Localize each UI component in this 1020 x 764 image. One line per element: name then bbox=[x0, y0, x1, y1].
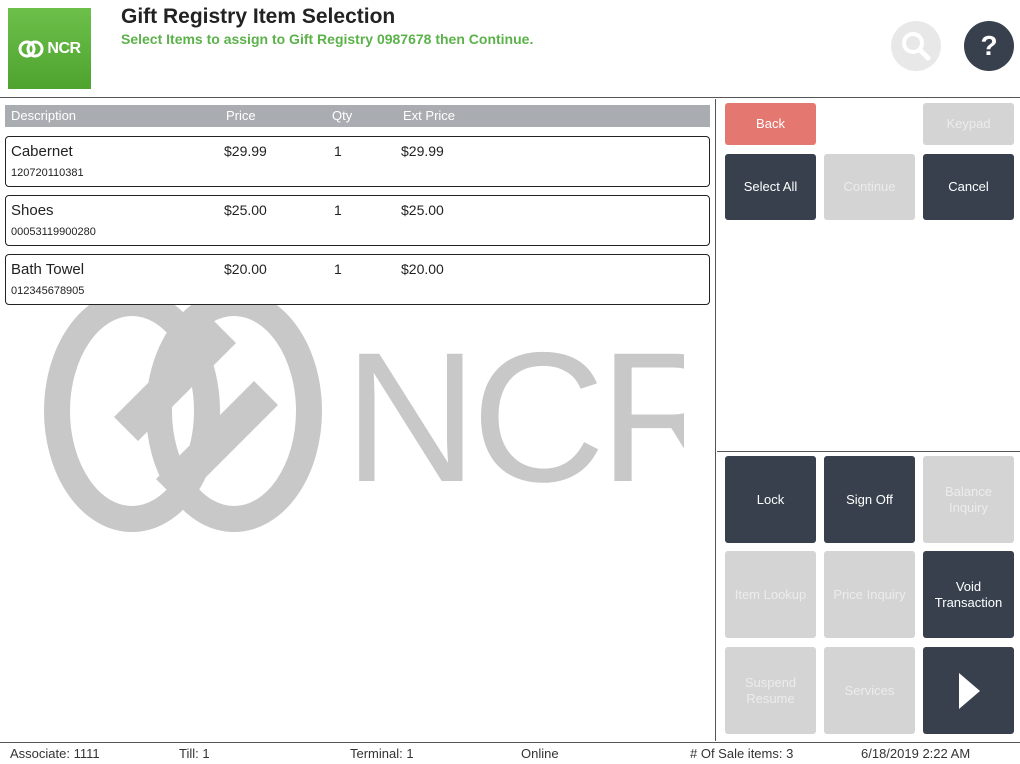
table-row[interactable]: Bath Towel 012345678905 $20.00 1 $20.00 bbox=[5, 254, 710, 305]
table-header: Description Price Qty Ext Price bbox=[5, 105, 710, 127]
ncr-logo-icon bbox=[18, 40, 44, 57]
sign-off-button[interactable]: Sign Off bbox=[824, 456, 915, 543]
cancel-button[interactable]: Cancel bbox=[923, 154, 1014, 220]
item-price: $20.00 bbox=[224, 261, 267, 277]
item-description: Cabernet bbox=[11, 143, 73, 160]
table-row[interactable]: Cabernet 120720110381 $29.99 1 $29.99 bbox=[5, 136, 710, 187]
search-icon bbox=[902, 32, 931, 61]
help-icon: ? bbox=[980, 30, 998, 61]
item-ext-price: $20.00 bbox=[401, 261, 444, 277]
item-price: $29.99 bbox=[224, 143, 267, 159]
item-qty: 1 bbox=[334, 143, 342, 159]
status-datetime: 6/18/2019 2:22 AM bbox=[861, 746, 971, 761]
item-ext-price: $29.99 bbox=[401, 143, 444, 159]
balance-inquiry-button[interactable]: Balance Inquiry bbox=[923, 456, 1014, 543]
search-button[interactable] bbox=[891, 21, 941, 71]
status-till: Till: 1 bbox=[179, 746, 210, 761]
item-code: 00053119900280 bbox=[11, 226, 96, 238]
item-price: $25.00 bbox=[224, 202, 267, 218]
panel-divider bbox=[717, 451, 1020, 452]
header: NCR Gift Registry Item Selection Select … bbox=[0, 0, 1020, 98]
status-bar: Associate: 1111 Till: 1 Terminal: 1 Onli… bbox=[0, 742, 1020, 764]
column-price: Price bbox=[226, 108, 256, 123]
item-code: 012345678905 bbox=[11, 285, 85, 297]
keypad-button[interactable]: Keypad bbox=[923, 103, 1014, 145]
status-sale-items: # Of Sale items: 3 bbox=[690, 746, 794, 761]
help-button[interactable]: ? bbox=[964, 21, 1014, 71]
logo-text: NCR bbox=[47, 39, 81, 57]
item-qty: 1 bbox=[334, 261, 342, 277]
item-lookup-button[interactable]: Item Lookup bbox=[725, 551, 816, 638]
void-transaction-button[interactable]: Void Transaction bbox=[923, 551, 1014, 638]
back-button[interactable]: Back bbox=[725, 103, 816, 145]
item-description: Bath Towel bbox=[11, 261, 85, 278]
column-description: Description bbox=[11, 108, 77, 123]
page-title: Gift Registry Item Selection bbox=[121, 5, 396, 28]
services-button[interactable]: Services bbox=[824, 647, 915, 734]
status-terminal: Terminal: 1 bbox=[350, 746, 414, 761]
item-list-panel: NCR Description Price Qty Ext Price Cabe… bbox=[0, 99, 716, 741]
suspend-resume-button[interactable]: Suspend Resume bbox=[725, 647, 816, 734]
lock-button[interactable]: Lock bbox=[725, 456, 816, 543]
item-ext-price: $25.00 bbox=[401, 202, 444, 218]
table-row[interactable]: Shoes 00053119900280 $25.00 1 $25.00 bbox=[5, 195, 710, 246]
column-qty: Qty bbox=[332, 108, 353, 123]
ncr-logo: NCR bbox=[8, 8, 91, 89]
ncr-watermark-logo: NCR bbox=[44, 290, 684, 532]
item-code: 120720110381 bbox=[11, 167, 84, 179]
continue-button[interactable]: Continue bbox=[824, 154, 915, 220]
item-description: Shoes bbox=[11, 202, 54, 219]
column-ext-price: Ext Price bbox=[403, 108, 456, 123]
status-associate: Associate: 1111 bbox=[10, 746, 100, 761]
item-qty: 1 bbox=[334, 202, 342, 218]
next-page-button[interactable] bbox=[923, 647, 1014, 734]
status-online: Online bbox=[521, 746, 559, 761]
page-subtitle: Select Items to assign to Gift Registry … bbox=[121, 31, 534, 47]
price-inquiry-button[interactable]: Price Inquiry bbox=[824, 551, 915, 638]
watermark-text: NCR bbox=[344, 315, 684, 521]
chevron-right-icon bbox=[958, 672, 980, 709]
select-all-button[interactable]: Select All bbox=[725, 154, 816, 220]
